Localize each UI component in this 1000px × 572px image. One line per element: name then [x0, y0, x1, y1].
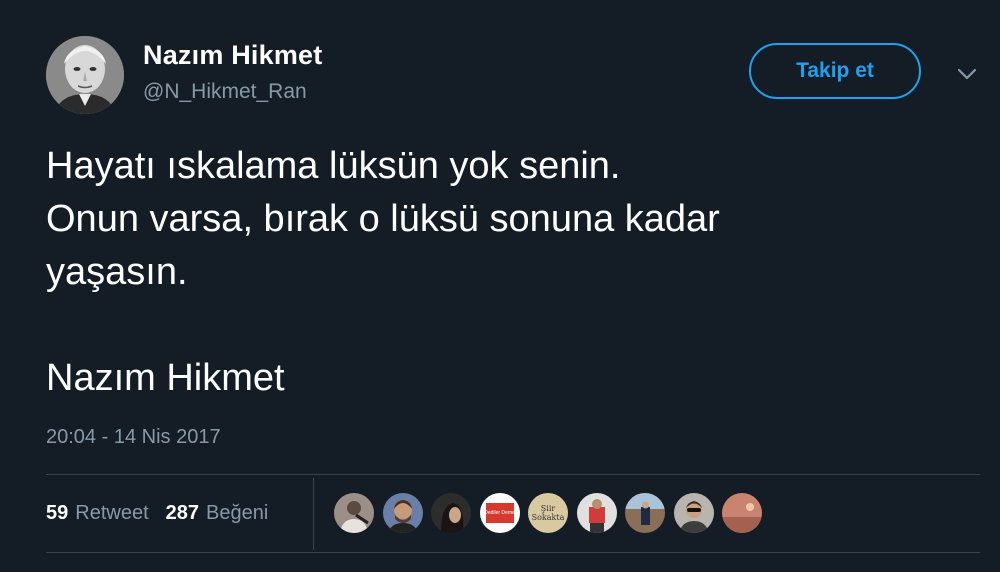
tweet-card: Nazım Hikmet @N_Hikmet_Ran Takip et Haya…	[0, 0, 1000, 572]
liker-avatars: Dediler Deme Şiir Sokakta	[334, 493, 771, 533]
retweet-count[interactable]: 59 Retweet	[46, 502, 149, 525]
liker-avatar[interactable]	[334, 493, 374, 533]
liker-avatar[interactable]: Şiir Sokakta	[528, 493, 568, 533]
liker-avatar[interactable]	[382, 493, 423, 533]
author-avatar[interactable]	[46, 36, 124, 114]
tweet-stats: 59 Retweet 287 Beğeni	[46, 474, 268, 552]
like-count[interactable]: 287 Beğeni	[166, 502, 269, 525]
tweet-timestamp[interactable]: 20:04 - 14 Nis 2017	[46, 426, 221, 449]
tweet-text: Hayatı ıskalama lüksün yok senin. Onun v…	[46, 140, 966, 405]
retweet-count-value: 59	[46, 501, 69, 524]
liker-avatar-text: Dediler Deme	[484, 510, 515, 516]
stats-separator	[313, 478, 314, 550]
tweet-text-line: Nazım Hikmet	[46, 357, 285, 399]
divider	[46, 552, 980, 553]
liker-avatar[interactable]	[625, 493, 665, 533]
chevron-down-icon[interactable]	[955, 62, 979, 86]
follow-button[interactable]: Takip et	[749, 43, 921, 99]
retweet-count-label: Retweet	[75, 501, 149, 524]
liker-avatar[interactable]: Dediler Deme	[479, 493, 520, 533]
author-name[interactable]: Nazım Hikmet	[143, 40, 322, 71]
liker-avatar[interactable]	[431, 493, 471, 533]
liker-avatar[interactable]	[722, 493, 762, 533]
tweet-text-line: Hayatı ıskalama lüksün yok senin.	[46, 145, 621, 187]
tweet-text-line: yaşasın.	[46, 251, 188, 293]
author-handle[interactable]: @N_Hikmet_Ran	[143, 80, 307, 104]
like-count-value: 287	[165, 501, 199, 524]
like-count-label: Beğeni	[206, 501, 269, 524]
liker-avatar[interactable]	[576, 493, 617, 533]
liker-avatar-text: Şiir Sokakta	[531, 504, 565, 522]
tweet-text-line: Onun varsa, bırak o lüksü sonuna kadar	[46, 198, 720, 240]
author-avatar-image	[46, 36, 124, 114]
liker-avatar[interactable]	[673, 493, 714, 533]
